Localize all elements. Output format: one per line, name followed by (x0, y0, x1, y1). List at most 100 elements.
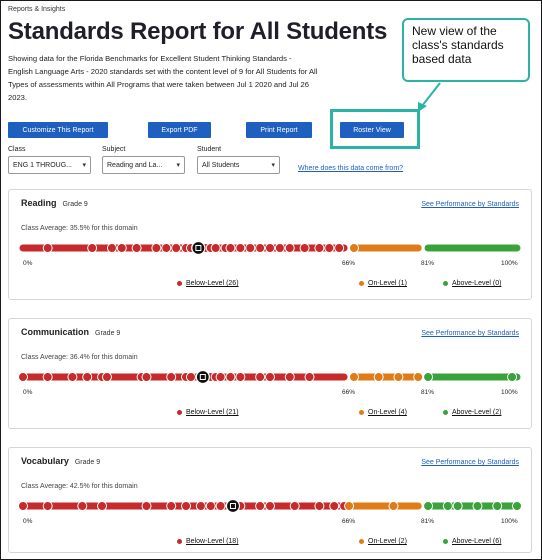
student-marker (452, 501, 463, 511)
student-marker (225, 243, 236, 253)
subject-filter-label: Subject (102, 146, 126, 153)
student-marker (166, 372, 177, 382)
student-marker (274, 243, 285, 253)
student-marker (18, 501, 28, 511)
legend-on-label: On-Level (2) (368, 538, 407, 545)
student-marker (472, 501, 483, 511)
student-marker (304, 372, 315, 382)
legend-on-label: On-Level (1) (368, 280, 407, 287)
legend-below[interactable]: Below-Level (26) (177, 280, 239, 287)
tick-81: 81% (421, 518, 435, 525)
student-marker (181, 501, 192, 511)
student-marker (106, 243, 117, 253)
legend-on[interactable]: On-Level (1) (359, 280, 407, 287)
student-marker (245, 243, 256, 253)
legend-above[interactable]: Above-Level (2) (443, 409, 501, 416)
student-marker (161, 243, 172, 253)
student-marker (512, 501, 522, 511)
student-select[interactable]: All Students ▾ (197, 156, 280, 174)
legend-below-label: Below-Level (18) (186, 538, 239, 545)
class-select[interactable]: ENG 1 THROUG... ▾ (8, 156, 91, 174)
tick-100: 100% (501, 518, 518, 525)
student-marker (255, 243, 266, 253)
tick-66: 66% (342, 260, 356, 267)
below-dot-icon (177, 281, 182, 286)
tick-81: 81% (421, 389, 435, 396)
student-marker (413, 372, 424, 382)
legend-below-label: Below-Level (26) (186, 280, 239, 287)
student-marker (492, 501, 503, 511)
class-average-marker (225, 498, 241, 514)
student-marker (77, 501, 88, 511)
customize-report-button[interactable]: Customize This Report (8, 122, 108, 138)
student-marker (507, 372, 518, 382)
tick-0: 0% (23, 260, 33, 267)
legend-on[interactable]: On-Level (4) (359, 409, 407, 416)
tick-100: 100% (501, 260, 518, 267)
legend-below[interactable]: Below-Level (18) (177, 538, 239, 545)
chevron-down-icon: ▾ (176, 162, 180, 169)
class-select-value: ENG 1 THROUG... (13, 161, 72, 169)
student-marker (141, 372, 152, 382)
student-marker (210, 243, 221, 253)
tick-66: 66% (342, 389, 356, 396)
domain-card-communication: Communication Grade 9 See Performance by … (8, 318, 532, 429)
student-marker (314, 501, 325, 511)
data-source-link[interactable]: Where does this data come from? (298, 165, 403, 172)
student-marker (388, 501, 399, 511)
chevron-down-icon: ▾ (82, 162, 86, 169)
legend-above[interactable]: Above-Level (6) (443, 538, 501, 545)
student-marker (265, 372, 275, 382)
student-marker (255, 372, 266, 382)
subject-select-value: Reading and La... (107, 161, 163, 169)
student-marker (42, 501, 53, 511)
student-marker (97, 501, 108, 511)
tick-0: 0% (23, 389, 33, 396)
tick-66: 66% (342, 518, 356, 525)
above-dot-icon (443, 539, 448, 544)
legend-on[interactable]: On-Level (2) (359, 538, 407, 545)
student-marker (284, 243, 295, 253)
class-average-marker (191, 240, 206, 256)
legend-below[interactable]: Below-Level (21) (177, 409, 239, 416)
legend-above-label: Above-Level (2) (452, 409, 502, 416)
below-dot-icon (177, 410, 182, 415)
below-dot-icon (177, 539, 182, 544)
class-filter-label: Class (8, 146, 26, 153)
class-average-marker (195, 369, 210, 385)
on-dot-icon (359, 410, 364, 415)
student-marker (215, 372, 226, 382)
student-filter-label: Student (197, 146, 222, 153)
student-marker (185, 372, 196, 382)
student-marker (299, 243, 310, 253)
student-marker (82, 372, 93, 382)
student-marker (255, 501, 266, 511)
student-marker (42, 243, 53, 253)
student-marker (131, 243, 142, 253)
chevron-down-icon: ▾ (271, 162, 275, 169)
legend-above-label: Above-Level (6) (452, 538, 502, 545)
student-marker (18, 372, 28, 382)
student-marker (334, 243, 345, 253)
student-marker (42, 372, 53, 382)
subject-select[interactable]: Reading and La... ▾ (102, 156, 185, 174)
student-marker (344, 501, 355, 511)
student-marker (101, 372, 112, 382)
student-marker (324, 243, 335, 253)
student-marker (423, 372, 434, 382)
export-pdf-button[interactable]: Export PDF (148, 122, 211, 138)
student-marker (141, 501, 152, 511)
student-marker (314, 243, 325, 253)
student-marker (348, 243, 359, 253)
student-marker (393, 372, 404, 382)
tick-100: 100% (501, 389, 518, 396)
print-report-button[interactable]: Print Report (246, 122, 312, 138)
tick-0: 0% (23, 518, 33, 525)
above-dot-icon (443, 281, 448, 286)
legend-on-label: On-Level (4) (368, 409, 407, 416)
legend-above[interactable]: Above-Level (0) (443, 280, 501, 287)
student-marker (284, 372, 295, 382)
student-marker (166, 501, 177, 511)
student-marker (348, 372, 359, 382)
student-marker (171, 243, 182, 253)
